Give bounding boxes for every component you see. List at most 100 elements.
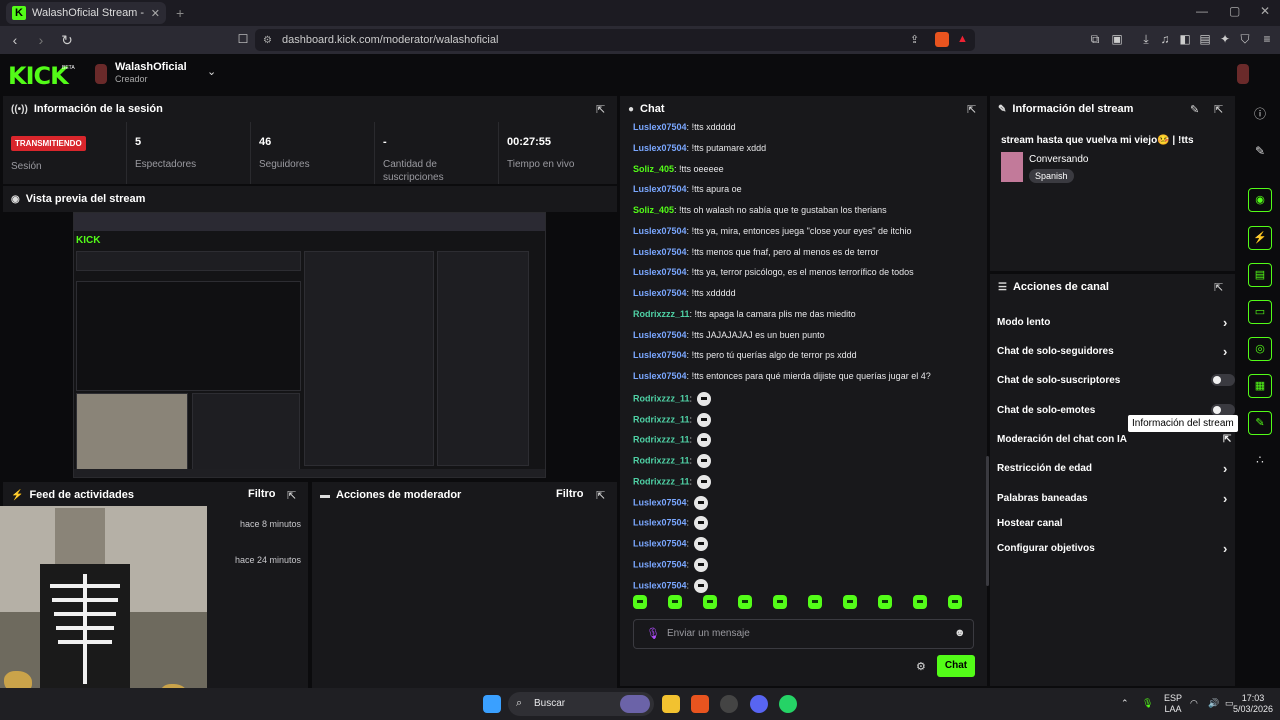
user-avatar[interactable] <box>1237 64 1249 84</box>
forward-icon[interactable]: › <box>30 32 52 48</box>
leo-icon[interactable]: ✦ <box>1218 32 1232 46</box>
chat-username[interactable]: Luslex07504 <box>633 330 687 340</box>
maximize-button[interactable]: ▢ <box>1229 4 1240 18</box>
chat-username[interactable]: Luslex07504 <box>633 538 687 548</box>
emote-button[interactable] <box>913 595 927 609</box>
chat-username[interactable]: Luslex07504 <box>633 559 687 569</box>
wifi-icon[interactable]: ◠ <box>1190 698 1198 709</box>
channel-name[interactable]: WalashOficial <box>115 61 187 73</box>
chat-username[interactable]: Luslex07504 <box>633 350 687 360</box>
chat-username[interactable]: Soliz_405 <box>633 205 674 215</box>
microphone-tray-icon[interactable]: 🎙 <box>1142 698 1153 709</box>
action-solo-seguidores[interactable]: Chat de solo-seguidores › <box>997 341 1227 361</box>
windows-start-icon[interactable] <box>483 695 501 713</box>
brave-rewards-icon[interactable]: ▲ <box>957 33 968 45</box>
chat-username[interactable]: Luslex07504 <box>633 288 687 298</box>
chat-username[interactable]: Luslex07504 <box>633 226 687 236</box>
broadcast-tool-icon[interactable]: ◎ <box>1248 337 1272 361</box>
emote-button[interactable] <box>633 595 647 609</box>
whatsapp-icon[interactable] <box>779 695 797 713</box>
toggle-switch[interactable] <box>1211 374 1235 386</box>
bolt-tool-icon[interactable]: ⚡ <box>1248 226 1272 250</box>
chat-username[interactable]: Luslex07504 <box>633 184 687 194</box>
volume-icon[interactable]: 🔊 <box>1208 698 1219 709</box>
chat-username[interactable]: Luslex07504 <box>633 143 687 153</box>
action-palabras-baneadas[interactable]: Palabras baneadas › <box>997 488 1227 508</box>
bookmark-icon[interactable]: ☐ <box>236 32 250 46</box>
pencil-icon[interactable]: ✎ <box>1248 139 1272 163</box>
tab-close-icon[interactable]: ✕ <box>151 7 160 20</box>
chat-username[interactable]: Luslex07504 <box>633 122 687 132</box>
emote-button[interactable] <box>948 595 962 609</box>
popout-icon[interactable]: ⇱ <box>967 103 976 116</box>
file-explorer-icon[interactable] <box>662 695 680 713</box>
emote-button[interactable] <box>878 595 892 609</box>
chat-username[interactable]: Luslex07504 <box>633 371 687 381</box>
chat-username[interactable]: Rodrixzzz_11 <box>633 476 690 486</box>
popout-icon[interactable]: ⇱ <box>596 489 605 502</box>
language-indicator[interactable]: ESP LAA <box>1164 693 1182 715</box>
chat-username[interactable]: Luslex07504 <box>633 497 687 507</box>
chat-username[interactable]: Soliz_405 <box>633 164 674 174</box>
vpn-icon[interactable]: ⛉ <box>1238 32 1252 46</box>
emoji-icon[interactable]: ☻ <box>954 627 966 639</box>
edit-pencil-icon[interactable]: ✎ <box>1190 103 1199 116</box>
chat-send-button[interactable]: Chat <box>937 655 975 677</box>
chat-username[interactable]: Luslex07504 <box>633 580 687 590</box>
eye-tool-icon[interactable]: ◉ <box>1248 188 1272 212</box>
emote-button[interactable] <box>738 595 752 609</box>
minimize-button[interactable]: — <box>1196 4 1208 18</box>
mod-filter-button[interactable]: Filtro <box>556 488 584 500</box>
chat-input[interactable]: 🎙 Enviar un mensaje ☻ <box>633 619 974 649</box>
sidebar-icon[interactable]: ◧ <box>1178 32 1192 46</box>
microphone-icon[interactable]: 🎙 <box>646 627 660 640</box>
chat-scrollbar[interactable] <box>986 456 989 586</box>
emote-button[interactable] <box>773 595 787 609</box>
activity-filter-button[interactable]: Filtro <box>248 488 276 500</box>
chat-tool-icon[interactable]: ▭ <box>1248 300 1272 324</box>
share-nodes-icon[interactable]: ∴ <box>1248 448 1272 472</box>
chat-settings-gear-icon[interactable]: ⚙ <box>916 660 926 673</box>
back-icon[interactable]: ‹ <box>4 32 26 48</box>
browser-tab[interactable]: K WalashOficial Stream - Kick D ✕ <box>6 2 166 24</box>
address-bar[interactable]: ⚙ dashboard.kick.com/moderator/walashofi… <box>255 29 975 51</box>
chat-username[interactable]: Rodrixzzz_11 <box>633 393 690 403</box>
site-settings-icon[interactable]: ⚙ <box>263 35 272 46</box>
stream-preview-video[interactable]: KICK <box>73 212 546 478</box>
emote-button[interactable] <box>668 595 682 609</box>
chat-username[interactable]: Luslex07504 <box>633 267 687 277</box>
wallet-icon[interactable]: ▣ <box>1110 32 1124 46</box>
action-restriccion-edad[interactable]: Restricción de edad › <box>997 458 1227 478</box>
action-hostear-canal[interactable]: Hostear canal <box>997 513 1227 533</box>
brave-shields-icon[interactable] <box>935 32 949 47</box>
channel-switcher-chevron-icon[interactable]: ⌄ <box>207 65 216 78</box>
chat-username[interactable]: Rodrixzzz_11 <box>633 435 690 445</box>
popout-icon[interactable]: ⇱ <box>596 103 605 116</box>
wallet2-icon[interactable]: ▤ <box>1198 32 1212 46</box>
media-icon[interactable]: ♫ <box>1158 32 1172 46</box>
action-modo-lento[interactable]: Modo lento › <box>997 312 1227 332</box>
extensions-icon[interactable]: ⧉ <box>1088 32 1102 46</box>
emote-button[interactable] <box>703 595 717 609</box>
discord-icon[interactable] <box>750 695 768 713</box>
brave-browser-icon[interactable] <box>691 695 709 713</box>
chat-username[interactable]: Luslex07504 <box>633 247 687 257</box>
popout-icon[interactable]: ⇱ <box>287 489 296 502</box>
menu-icon[interactable]: ≡ <box>1260 32 1274 46</box>
chat-username[interactable]: Rodrixzzz_11 <box>633 455 690 465</box>
chat-username[interactable]: Luslex07504 <box>633 518 687 528</box>
window-close-button[interactable]: ✕ <box>1260 4 1270 18</box>
clipboard-tool-icon[interactable]: ▤ <box>1248 263 1272 287</box>
emote-button[interactable] <box>843 595 857 609</box>
tray-chevron-icon[interactable]: ⌃ <box>1121 698 1129 709</box>
info-icon[interactable]: ⓘ <box>1248 102 1272 126</box>
new-tab-button[interactable]: + <box>176 5 184 21</box>
category-name[interactable]: Conversando <box>1029 154 1088 165</box>
downloads-icon[interactable]: ⤓ <box>1139 32 1153 46</box>
chat-username[interactable]: Rodrixzzz_11 <box>633 309 690 319</box>
wrench-tool-icon[interactable]: ✎ <box>1248 411 1272 435</box>
kick-logo[interactable]: KICK <box>8 62 69 90</box>
popout-icon[interactable]: ⇱ <box>1214 103 1223 116</box>
action-configurar-objetivos[interactable]: Configurar objetivos › <box>997 538 1227 558</box>
reload-icon[interactable]: ↻ <box>56 32 78 49</box>
